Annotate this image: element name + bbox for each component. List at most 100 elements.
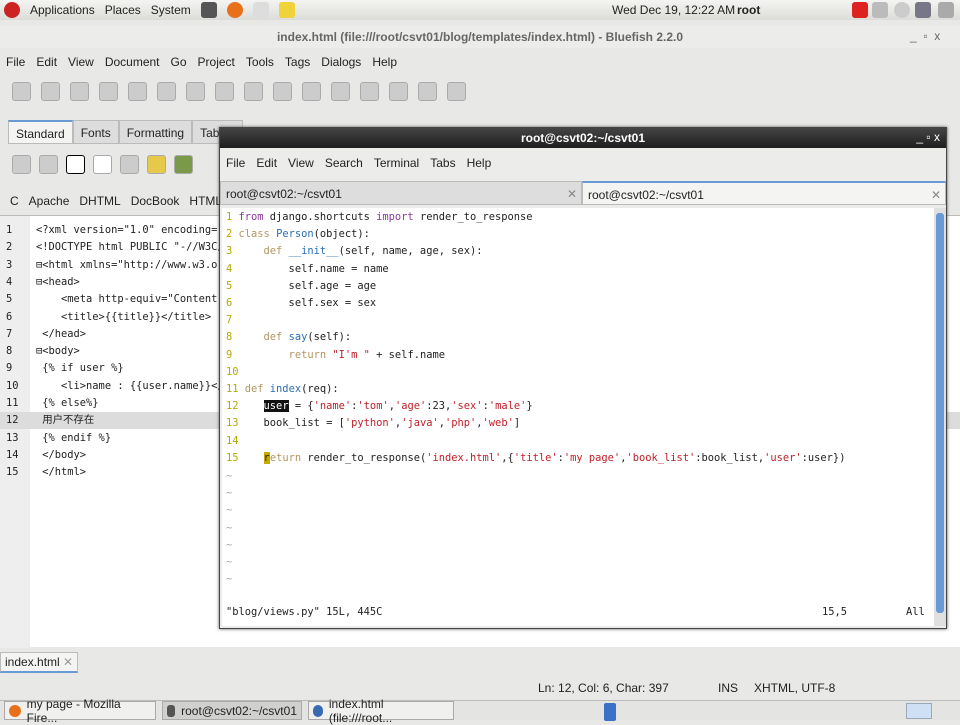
preview-icon[interactable] <box>418 82 437 101</box>
scrollbar-thumb[interactable] <box>936 213 944 613</box>
taskbar-firefox[interactable]: my page - Mozilla Fire... <box>4 697 156 725</box>
menu-tools[interactable]: Tools <box>246 55 274 69</box>
user-menu[interactable]: root <box>737 3 760 17</box>
bold-icon[interactable] <box>66 155 85 174</box>
taskbar-bluefish[interactable]: index.html (file:///root... <box>308 697 454 725</box>
mail-launcher-icon[interactable] <box>252 2 269 18</box>
window-controls[interactable]: _ ▫ x <box>910 29 940 43</box>
replace-icon[interactable] <box>273 82 292 101</box>
tab-fonts[interactable]: Fonts <box>72 120 119 144</box>
code-line-number: 5 <box>226 279 239 292</box>
code-token: class <box>238 228 277 241</box>
quickstart-icon[interactable] <box>12 155 31 174</box>
terminal-tab-2[interactable]: root@csvt02:~/csvt01 ✕ <box>582 181 946 205</box>
menu-edit[interactable]: Edit <box>36 55 57 69</box>
code-token: django.shortcuts <box>269 211 377 223</box>
menu-places[interactable]: Places <box>105 3 141 17</box>
term-menu-help[interactable]: Help <box>467 156 492 170</box>
redo-icon[interactable] <box>331 82 350 101</box>
lang-apache[interactable]: Apache <box>29 194 70 208</box>
workspace-1[interactable] <box>906 703 932 719</box>
menu-view[interactable]: View <box>68 55 94 69</box>
term-menu-search[interactable]: Search <box>325 156 363 170</box>
term-menu-edit[interactable]: Edit <box>256 156 277 170</box>
code-token: 'book_list' <box>626 451 696 464</box>
code-line-number: 10 <box>226 365 239 378</box>
workspace-switcher[interactable] <box>604 703 616 721</box>
code-line-number: 7 <box>226 314 239 327</box>
menu-applications[interactable]: Applications <box>30 3 95 17</box>
code-line-number: 6 <box>226 297 239 309</box>
menu-document[interactable]: Document <box>105 55 160 69</box>
paste-icon[interactable] <box>215 82 234 101</box>
code-line: 8 def say(self): <box>226 329 351 346</box>
firefox-launcher-icon[interactable] <box>226 2 243 18</box>
open-icon[interactable] <box>41 82 60 101</box>
terminal-title-bar[interactable]: root@csvt02:~/csvt01 <box>220 128 946 148</box>
code-token: :book_list, <box>695 451 765 464</box>
indent-icon[interactable] <box>360 82 379 101</box>
insert-mode: INS <box>718 681 739 695</box>
notes-launcher-icon[interactable] <box>278 2 295 18</box>
find-icon[interactable] <box>244 82 263 101</box>
lang-html[interactable]: HTML <box>189 194 222 208</box>
line-number: 3 <box>6 258 13 271</box>
copy-icon[interactable] <box>186 82 205 101</box>
code-token: 'male' <box>488 400 527 413</box>
menu-tags[interactable]: Tags <box>285 55 310 69</box>
term-menu-view[interactable]: View <box>288 156 314 170</box>
lang-c[interactable]: C <box>10 194 19 208</box>
lang-docbook[interactable]: DocBook <box>131 194 180 208</box>
terminal-launcher-icon[interactable] <box>200 2 217 18</box>
code-token: def <box>238 331 289 344</box>
paragraph-icon[interactable] <box>120 155 139 174</box>
fullscreen-icon[interactable] <box>447 82 466 101</box>
terminal-tab-1[interactable]: root@csvt02:~/csvt01 ✕ <box>220 181 582 205</box>
line-number: 9 <box>6 362 13 375</box>
code-line-number: 14 <box>226 434 239 447</box>
term-menu-file[interactable]: File <box>226 156 245 170</box>
break-icon[interactable] <box>147 155 166 174</box>
menu-project[interactable]: Project <box>198 55 235 69</box>
network-icon[interactable] <box>872 2 888 18</box>
body-icon[interactable] <box>39 155 58 174</box>
volume-icon[interactable] <box>938 2 954 18</box>
unindent-icon[interactable] <box>389 82 408 101</box>
line-number: 11 <box>6 397 19 409</box>
display-icon[interactable] <box>915 2 931 18</box>
task-label: root@csvt02:~/csvt01 <box>181 703 297 718</box>
updates-icon[interactable] <box>894 2 910 18</box>
close-tab-icon[interactable]: ✕ <box>567 182 577 206</box>
code-token: } <box>526 400 533 413</box>
close-tab-icon[interactable]: ✕ <box>931 183 941 207</box>
save-as-icon[interactable] <box>99 82 118 101</box>
save-icon[interactable] <box>70 82 89 101</box>
undo-icon[interactable] <box>302 82 321 101</box>
code-token: index <box>269 383 302 395</box>
tab-standard[interactable]: Standard <box>8 120 73 144</box>
term-menu-tabs[interactable]: Tabs <box>430 156 455 170</box>
terminal-window-controls[interactable]: _ ▫ x <box>916 130 940 144</box>
lang-dhtml[interactable]: DHTML <box>79 194 120 208</box>
new-file-icon[interactable] <box>12 82 31 101</box>
menu-system[interactable]: System <box>151 3 191 17</box>
tab-formatting[interactable]: Formatting <box>118 120 193 144</box>
close-icon[interactable] <box>128 82 147 101</box>
menu-help[interactable]: Help <box>372 55 397 69</box>
menu-dialogs[interactable]: Dialogs <box>321 55 361 69</box>
menu-go[interactable]: Go <box>171 55 187 69</box>
vim-buffer[interactable]: 1 from django.shortcuts import render_to… <box>222 208 934 626</box>
cut-icon[interactable] <box>157 82 176 101</box>
taskbar-terminal[interactable]: root@csvt02:~/csvt01 <box>162 701 302 720</box>
clock[interactable]: Wed Dec 19, 12:22 AM <box>612 3 735 17</box>
italic-icon[interactable] <box>93 155 112 174</box>
menu-file[interactable]: File <box>6 55 25 69</box>
term-menu-terminal[interactable]: Terminal <box>374 156 419 170</box>
document-tab[interactable]: index.html ✕ <box>0 652 79 673</box>
encoding: XHTML, UTF-8 <box>754 681 836 695</box>
code-token: __init__ <box>288 245 339 258</box>
close-tab-icon[interactable]: ✕ <box>63 655 73 669</box>
alert-icon[interactable] <box>852 2 868 18</box>
line-text: <meta http-equiv="Content-Ty <box>36 293 237 306</box>
image-icon[interactable] <box>174 155 193 174</box>
